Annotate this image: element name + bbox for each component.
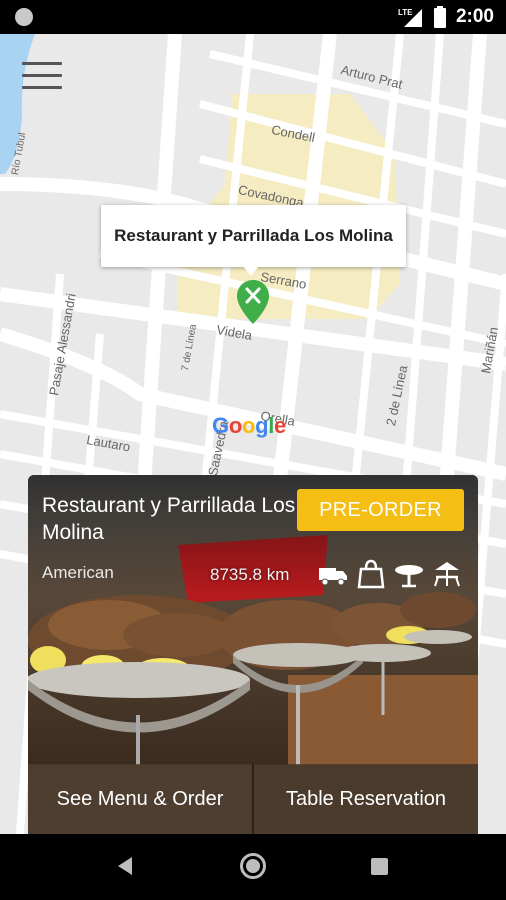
map-marker-callout[interactable]: Restaurant y Parrillada Los Molina bbox=[101, 205, 406, 267]
system-nav-bar bbox=[0, 834, 506, 900]
recent-apps-icon[interactable] bbox=[371, 858, 388, 875]
restaurant-pin-icon[interactable] bbox=[237, 280, 269, 324]
restaurant-name: Restaurant y Parrillada Los Molina bbox=[42, 494, 296, 544]
pre-order-button[interactable]: PRE-ORDER bbox=[297, 489, 464, 531]
google-logo: Google bbox=[212, 413, 286, 438]
svg-text:LTE: LTE bbox=[398, 8, 413, 17]
notification-icon bbox=[15, 8, 33, 26]
see-menu-order-button[interactable]: See Menu & Order bbox=[28, 764, 254, 834]
delivery-truck-icon bbox=[318, 559, 348, 589]
amenity-icons bbox=[318, 559, 462, 589]
battery-icon bbox=[433, 6, 446, 28]
menu-icon[interactable] bbox=[22, 62, 62, 92]
distance-label: 8735.8 km bbox=[210, 565, 290, 584]
outdoor-seating-icon bbox=[432, 559, 462, 589]
card-action-row: See Menu & Order Table Reservation bbox=[28, 764, 478, 834]
back-icon[interactable] bbox=[118, 857, 132, 875]
takeaway-bag-icon bbox=[356, 559, 386, 589]
home-icon[interactable] bbox=[240, 853, 266, 879]
callout-title: Restaurant y Parrillada Los Molina bbox=[114, 226, 393, 245]
cuisine-label: American bbox=[42, 563, 114, 582]
status-bar: LTE 2:00 bbox=[0, 0, 506, 34]
dine-in-table-icon bbox=[394, 559, 424, 589]
table-reservation-button[interactable]: Table Reservation bbox=[254, 764, 478, 834]
callout-pointer bbox=[243, 266, 259, 276]
restaurant-card[interactable]: Restaurant y Parrillada Los Molina PRE-O… bbox=[28, 475, 478, 834]
clock: 2:00 bbox=[455, 6, 494, 27]
lte-signal-icon: LTE bbox=[398, 8, 422, 27]
